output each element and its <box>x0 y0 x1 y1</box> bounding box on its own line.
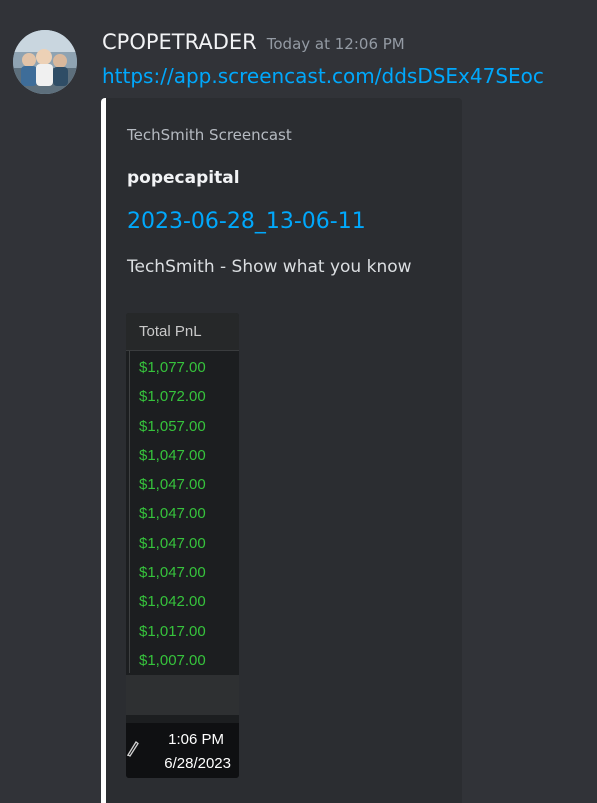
embed-author: popecapital <box>127 168 240 188</box>
taskbar-clock-date: 6/28/2023 <box>164 755 231 772</box>
pnl-value: $1,057.00 <box>139 417 206 435</box>
pnl-value: $1,047.00 <box>139 476 206 494</box>
username[interactable]: CPOPETRADER <box>102 30 257 54</box>
pnl-value-list: $1,077.00 $1,072.00 $1,057.00 $1,047.00 … <box>126 353 239 675</box>
link-embed: TechSmith Screencast popecapital 2023-06… <box>101 98 462 803</box>
pnl-value: $1,077.00 <box>139 359 206 376</box>
avatar[interactable] <box>13 30 77 94</box>
avatar-photo <box>13 30 77 94</box>
chat-view: CPOPETRADER Today at 12:06 PM https://ap… <box>0 0 597 803</box>
timestamp: Today at 12:06 PM <box>266 35 405 53</box>
pnl-column-header: Total PnL <box>126 313 239 351</box>
pnl-value: $1,042.00 <box>139 593 206 611</box>
embed-title-link[interactable]: 2023-06-28_13-06-11 <box>127 209 366 234</box>
pnl-column-header-label: Total PnL <box>139 323 202 340</box>
pen-icon <box>127 741 139 757</box>
embed-provider: TechSmith Screencast <box>127 126 292 144</box>
pnl-value: $1,047.00 <box>139 446 206 464</box>
taskbar: 1:06 PM 6/28/2023 <box>126 723 239 778</box>
embed-screenshot-image[interactable]: Total PnL $1,077.00 $1,072.00 $1,057.00 … <box>126 313 239 778</box>
pnl-value: $1,047.00 <box>139 534 206 552</box>
embed-description: TechSmith - Show what you know <box>127 257 412 277</box>
pnl-value: $1,017.00 <box>139 622 206 640</box>
pnl-value: $1,007.00 <box>139 651 206 669</box>
taskbar-clock-time: 1:06 PM <box>168 731 224 748</box>
empty-row-area <box>126 675 239 715</box>
pnl-value: $1,072.00 <box>139 388 206 406</box>
pnl-value: $1,047.00 <box>139 564 206 582</box>
message-link[interactable]: https://app.screencast.com/ddsDSEx47SEoc <box>102 64 544 88</box>
message-header: CPOPETRADER Today at 12:06 PM <box>102 30 405 60</box>
pnl-value: $1,047.00 <box>139 505 206 523</box>
